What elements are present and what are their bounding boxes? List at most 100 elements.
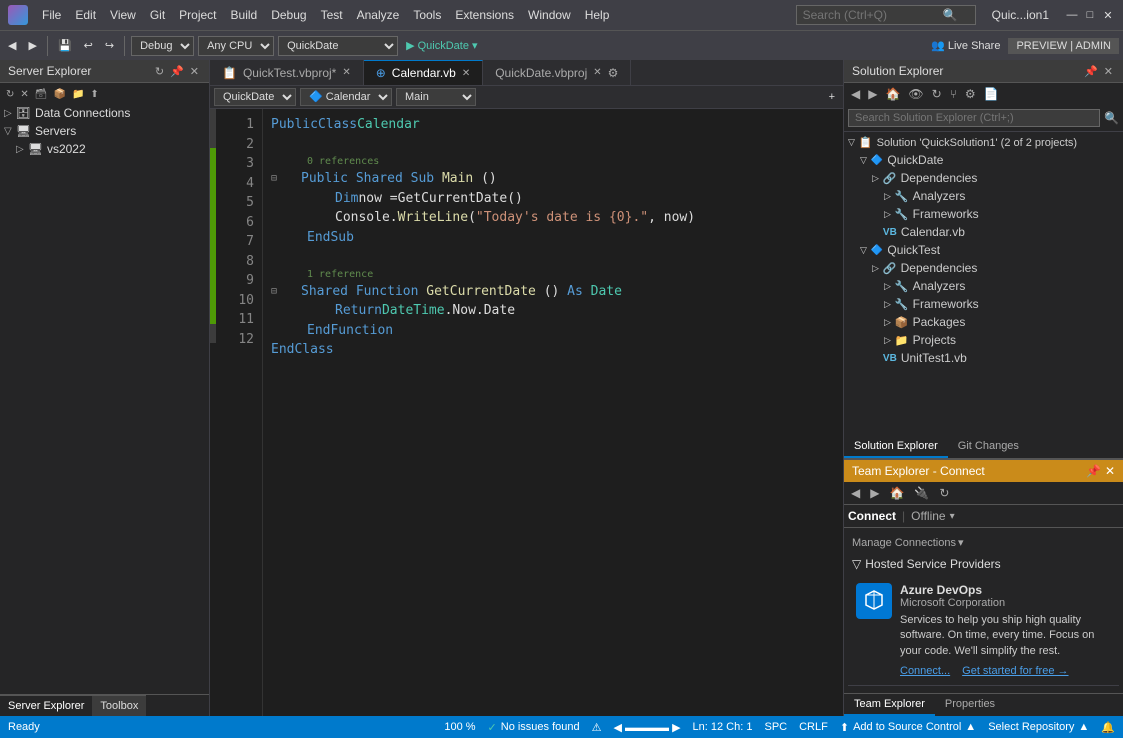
pin-icon[interactable]: 📌 — [168, 65, 186, 78]
zoom-level[interactable]: 100 % — [444, 721, 475, 733]
tab-quickdate-vbproj[interactable]: QuickDate.vbproj ✕ ⚙ — [483, 60, 631, 85]
properties-tab[interactable]: Properties — [935, 694, 1005, 716]
menu-file[interactable]: File — [36, 6, 67, 24]
get-started-link[interactable]: Get started for free → — [962, 665, 1068, 677]
save-all-button[interactable]: 💾 — [54, 37, 76, 54]
close-icon[interactable]: ✕ — [593, 67, 601, 78]
menu-analyze[interactable]: Analyze — [351, 6, 406, 24]
team-explorer-tab[interactable]: Team Explorer — [844, 694, 935, 716]
member-dropdown[interactable]: Main — [396, 88, 476, 106]
menu-git[interactable]: Git — [144, 6, 171, 24]
menu-help[interactable]: Help — [579, 6, 616, 24]
start-button[interactable]: ▶ QuickDate ▾ — [402, 37, 481, 54]
menu-build[interactable]: Build — [225, 6, 264, 24]
connect-link[interactable]: Connect... — [900, 665, 950, 677]
sol-calendar-vb[interactable]: ▷ VB Calendar.vb — [844, 223, 1123, 241]
close-icon[interactable]: ✕ — [462, 68, 470, 79]
minimize-button[interactable]: — — [1065, 8, 1079, 22]
redo-button[interactable]: ↪ — [101, 37, 118, 54]
sol-props-btn[interactable]: ⚙ — [962, 85, 979, 103]
namespace-dropdown[interactable]: QuickDate — [214, 88, 296, 106]
git-changes-tab[interactable]: Git Changes — [948, 436, 1029, 458]
sol-refresh-btn[interactable]: ↻ — [929, 85, 945, 103]
back-button[interactable]: ◀ — [4, 37, 20, 54]
sol-packages[interactable]: ▷ 📦 Packages — [844, 313, 1123, 331]
close-icon[interactable]: ✕ — [1102, 65, 1115, 78]
server-explorer-tab[interactable]: Server Explorer — [0, 695, 92, 716]
refresh-icon[interactable]: ↻ — [153, 65, 166, 78]
menu-tools[interactable]: Tools — [407, 6, 447, 24]
te-back-btn[interactable]: ◀ — [848, 484, 863, 502]
solution-explorer-tab[interactable]: Solution Explorer — [844, 436, 948, 458]
tree-item-vs2022[interactable]: ▷ 🖥 vs2022 — [0, 140, 209, 158]
build-config-dropdown[interactable]: Debug — [131, 36, 194, 56]
class-dropdown[interactable]: 🔷 Calendar — [300, 88, 392, 106]
menu-edit[interactable]: Edit — [69, 6, 102, 24]
sol-analyzers-2[interactable]: ▷ 🔧 Analyzers — [844, 277, 1123, 295]
menu-window[interactable]: Window — [522, 6, 577, 24]
sol-preview-btn[interactable]: 📄 — [981, 85, 1002, 103]
preview-admin-button[interactable]: PREVIEW | ADMIN — [1008, 38, 1119, 54]
menu-extensions[interactable]: Extensions — [449, 6, 520, 24]
close-button[interactable]: ✕ — [1101, 8, 1115, 22]
sol-frameworks-2[interactable]: ▷ 🔧 Frameworks — [844, 295, 1123, 313]
settings-icon[interactable]: ⚙ — [608, 66, 619, 80]
sol-solution-item[interactable]: ▽ 📋 Solution 'QuickSolution1' (2 of 2 pr… — [844, 134, 1123, 151]
notification-icon[interactable]: 🔔 — [1101, 721, 1115, 734]
code-content[interactable]: Public Class Calendar 0 references ⊟ Pub… — [263, 109, 843, 716]
tab-quicktest-vbproj[interactable]: 📋 QuickTest.vbproj* ✕ — [210, 60, 364, 85]
sol-projects[interactable]: ▷ 📁 Projects — [844, 331, 1123, 349]
undo-button[interactable]: ↩ — [80, 37, 97, 54]
sol-git-btn[interactable]: ⑂ — [947, 85, 960, 103]
close-icon[interactable]: ✕ — [1105, 464, 1115, 478]
sol-analyzers-1[interactable]: ▷ 🔧 Analyzers — [844, 187, 1123, 205]
tree-item-data-connections[interactable]: ▷ 🗄 Data Connections — [0, 104, 209, 122]
menu-view[interactable]: View — [104, 6, 142, 24]
sol-home-btn[interactable]: 🏠 — [882, 85, 903, 103]
sol-unittest-vb[interactable]: ▷ VB UnitTest1.vb — [844, 349, 1123, 367]
sol-back-btn[interactable]: ◀ — [848, 85, 863, 103]
sol-quickdate-deps[interactable]: ▷ 🔗 Dependencies — [844, 169, 1123, 187]
tree-item-refresh[interactable]: ↻ ✕ 🗃 📦 📁 ⬆ — [0, 85, 209, 104]
add-to-source-control-btn[interactable]: ⬆ Add to Source Control ▲ — [840, 721, 976, 734]
te-home-btn[interactable]: 🏠 — [886, 484, 907, 502]
menu-project[interactable]: Project — [173, 6, 222, 24]
sol-quickdate-item[interactable]: ▽ 🔷 QuickDate — [844, 151, 1123, 169]
crlf-status[interactable]: CRLF — [799, 721, 828, 733]
no-issues-status[interactable]: ✓ No issues found — [488, 721, 580, 734]
sol-label: QuickDate — [887, 153, 943, 167]
manage-connections-btn[interactable]: Manage Connections ▾ — [848, 532, 1119, 553]
pin-icon[interactable]: 📌 — [1082, 65, 1100, 78]
fold-marker[interactable]: ⊟ — [271, 171, 277, 186]
pin-icon[interactable]: 📌 — [1086, 464, 1101, 478]
title-search-input[interactable] — [803, 8, 943, 22]
sol-show-all-btn[interactable]: 👁 — [905, 85, 926, 103]
sol-fwd-btn[interactable]: ▶ — [865, 85, 880, 103]
tab-calendar-vb[interactable]: ⊕ Calendar.vb ✕ — [364, 60, 484, 85]
toolbox-tab[interactable]: Toolbox — [92, 695, 146, 716]
close-panel-icon[interactable]: ✕ — [188, 65, 201, 78]
sol-quicktest-item[interactable]: ▽ 🔷 QuickTest — [844, 241, 1123, 259]
menu-test[interactable]: Test — [315, 6, 349, 24]
section-arrow[interactable]: ▽ — [852, 557, 861, 571]
solution-search-input[interactable] — [848, 109, 1100, 127]
close-icon[interactable]: ✕ — [342, 67, 350, 78]
sol-frameworks-1[interactable]: ▷ 🔧 Frameworks — [844, 205, 1123, 223]
live-share-button[interactable]: 👥 Live Share — [927, 37, 1004, 54]
platform-dropdown[interactable]: Any CPU — [198, 36, 274, 56]
sol-quicktest-deps[interactable]: ▷ 🔗 Dependencies — [844, 259, 1123, 277]
title-search-box[interactable]: 🔍 — [796, 5, 976, 25]
te-connect-btn[interactable]: 🔌 — [911, 484, 932, 502]
connect-dropdown-icon[interactable]: ▾ — [950, 511, 955, 522]
menu-debug[interactable]: Debug — [265, 6, 312, 24]
diagnostics-icon[interactable]: ⚠ — [592, 721, 602, 734]
tree-item-servers[interactable]: ▽ 🖥 Servers — [0, 122, 209, 140]
select-repository-btn[interactable]: Select Repository ▲ — [988, 721, 1089, 733]
forward-button[interactable]: ▶ — [24, 37, 40, 54]
te-refresh-btn[interactable]: ↻ — [936, 484, 952, 502]
te-fwd-btn[interactable]: ▶ — [867, 484, 882, 502]
fold-marker[interactable]: ⊟ — [271, 284, 277, 299]
maximize-button[interactable]: □ — [1083, 8, 1097, 22]
add-code-btn[interactable]: + — [825, 88, 839, 106]
startup-project-dropdown[interactable]: QuickDate — [278, 36, 398, 56]
